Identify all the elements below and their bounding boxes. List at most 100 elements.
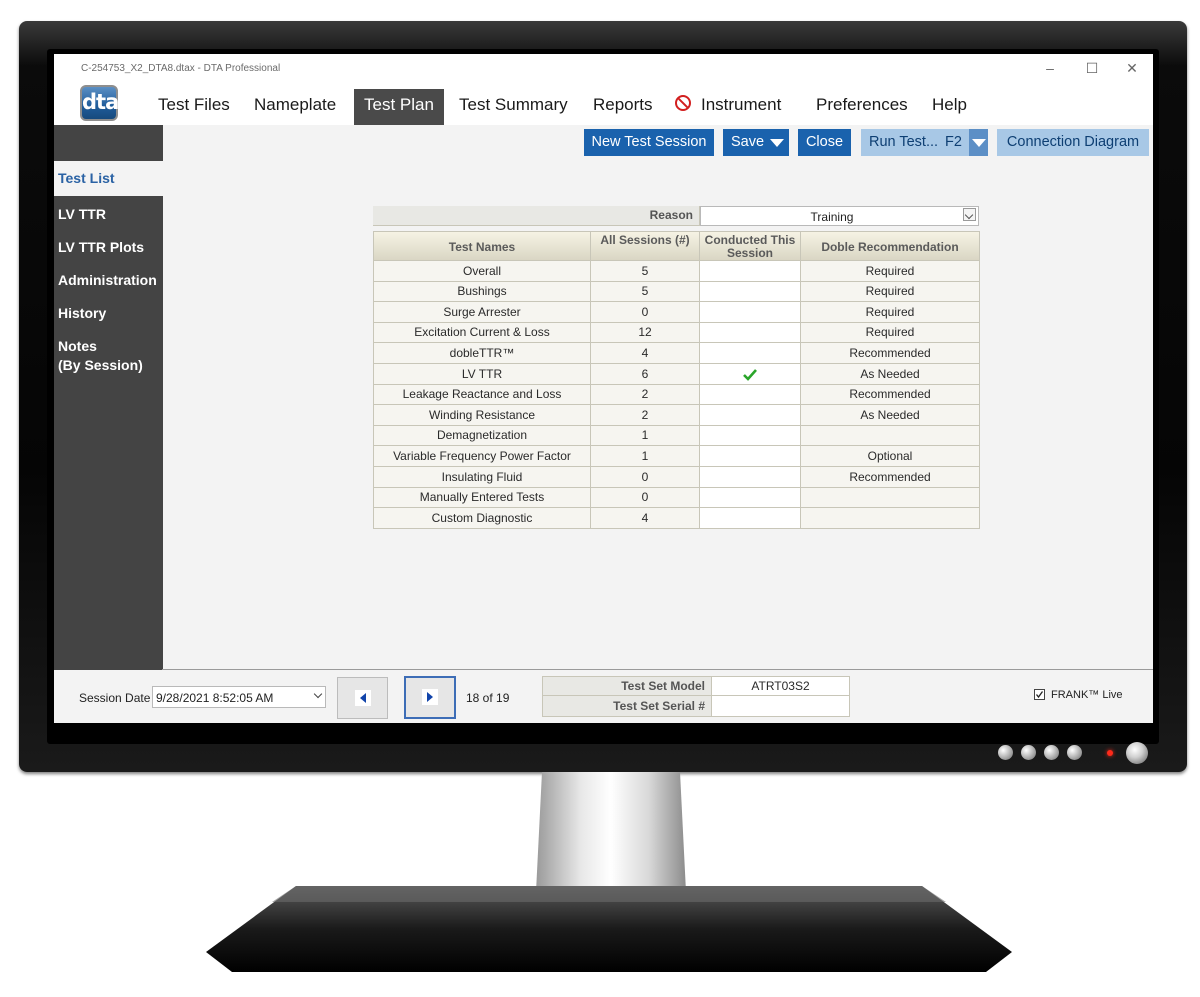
test-name-cell: Manually Entered Tests — [373, 488, 591, 508]
test-set-model-label: Test Set Model — [542, 676, 712, 696]
recommendation-cell — [801, 508, 980, 529]
conducted-cell — [700, 426, 801, 446]
test-name-cell: Bushings — [373, 282, 591, 302]
recommendation-cell: Required — [801, 261, 980, 282]
session-pager: 18 of 19 — [466, 691, 510, 705]
sidebar-item-notes[interactable]: Notes — [58, 337, 97, 356]
frank-live-label: FRANK™ Live — [1051, 689, 1123, 701]
menu-help[interactable]: Help — [932, 93, 967, 123]
menu-test-summary[interactable]: Test Summary — [459, 93, 568, 123]
conducted-cell — [700, 467, 801, 488]
power-button — [1126, 742, 1148, 764]
reason-label: Reason — [373, 206, 700, 226]
monitor-control-button — [1067, 745, 1082, 760]
all-sessions-cell: 0 — [591, 302, 700, 323]
next-session-button[interactable] — [404, 676, 456, 719]
recommendation-cell: Required — [801, 323, 980, 343]
all-sessions-cell: 0 — [591, 488, 700, 508]
conducted-cell — [700, 343, 801, 364]
connection-diagram-button[interactable]: Connection Diagram — [997, 129, 1149, 156]
no-connection-icon — [675, 95, 691, 111]
close-button[interactable]: Close — [798, 129, 851, 156]
all-sessions-cell: 2 — [591, 405, 700, 426]
test-set-model-value: ATRT03S2 — [712, 676, 850, 696]
conducted-cell — [700, 364, 801, 385]
conducted-cell — [700, 323, 801, 343]
all-sessions-cell: 5 — [591, 282, 700, 302]
menu-instrument-label: Instrument — [701, 95, 782, 114]
conducted-cell — [700, 488, 801, 508]
chevron-down-icon[interactable] — [963, 208, 976, 221]
test-set-serial-value — [712, 696, 850, 717]
app-window: C-254753_X2_DTA8.dtax - DTA Professional… — [54, 54, 1153, 723]
sidebar-item-test-list-label: Test List — [58, 170, 115, 186]
session-date-value: 9/28/2021 8:52:05 AM — [156, 691, 274, 705]
header-all-sessions: All Sessions (#) — [591, 231, 700, 261]
header-doble-recommendation: Doble Recommendation — [801, 231, 980, 261]
monitor-base — [206, 886, 1012, 972]
header-conducted-this-session: Conducted This Session — [700, 231, 801, 261]
previous-icon — [355, 690, 371, 706]
run-test-button[interactable]: Run Test... F2 — [861, 129, 988, 156]
conducted-cell — [700, 282, 801, 302]
test-name-cell: Variable Frequency Power Factor — [373, 446, 591, 467]
menu-nameplate[interactable]: Nameplate — [254, 93, 336, 123]
recommendation-cell: Recommended — [801, 343, 980, 364]
title-bar: C-254753_X2_DTA8.dtax - DTA Professional… — [54, 54, 1153, 84]
frank-live-checkbox[interactable] — [1034, 689, 1045, 700]
menu-reports[interactable]: Reports — [593, 93, 653, 123]
minimize-button[interactable]: – — [1038, 60, 1062, 76]
previous-session-button[interactable] — [337, 677, 388, 719]
maximize-button[interactable]: ☐ — [1080, 60, 1104, 77]
test-name-cell: Leakage Reactance and Loss — [373, 385, 591, 405]
recommendation-cell: As Needed — [801, 405, 980, 426]
recommendation-cell: As Needed — [801, 364, 980, 385]
recommendation-cell: Required — [801, 302, 980, 323]
test-set-serial-label: Test Set Serial # — [542, 696, 712, 717]
recommendation-cell — [801, 488, 980, 508]
window-title: C-254753_X2_DTA8.dtax - DTA Professional — [81, 63, 281, 74]
all-sessions-cell: 4 — [591, 508, 700, 529]
chevron-down-icon — [313, 689, 323, 699]
header-test-names: Test Names — [373, 231, 591, 261]
all-sessions-cell: 6 — [591, 364, 700, 385]
sidebar-item-lv-ttr[interactable]: LV TTR — [58, 205, 106, 224]
sidebar-item-administration[interactable]: Administration — [58, 271, 157, 290]
session-date-select[interactable]: 9/28/2021 8:52:05 AM — [152, 686, 326, 708]
checkmark-icon — [1035, 691, 1044, 699]
menu-instrument[interactable]: Instrument — [675, 93, 781, 123]
monitor-control-button — [1021, 745, 1036, 760]
menu-test-plan[interactable]: Test Plan — [354, 89, 444, 125]
all-sessions-cell: 5 — [591, 261, 700, 282]
test-name-cell: Winding Resistance — [373, 405, 591, 426]
monitor-control-button — [1044, 745, 1059, 760]
sidebar-item-history[interactable]: History — [58, 304, 106, 323]
sidebar-item-lv-ttr-plots[interactable]: LV TTR Plots — [58, 238, 144, 257]
sidebar-item-test-list[interactable]: Test List — [54, 161, 163, 196]
menu-test-files[interactable]: Test Files — [158, 93, 230, 123]
run-test-dropdown[interactable] — [969, 129, 988, 156]
recommendation-cell: Required — [801, 282, 980, 302]
new-test-session-button[interactable]: New Test Session — [584, 129, 714, 156]
all-sessions-cell: 4 — [591, 343, 700, 364]
run-test-shortcut: F2 — [945, 134, 962, 150]
recommendation-cell: Optional — [801, 446, 980, 467]
conducted-cell — [700, 261, 801, 282]
sidebar-item-notes-sub[interactable]: (By Session) — [58, 356, 143, 375]
close-window-button[interactable]: ✕ — [1120, 60, 1144, 77]
test-name-cell: LV TTR — [373, 364, 591, 385]
green-checkmark-icon — [743, 368, 757, 381]
monitor-control-button — [998, 745, 1013, 760]
test-name-cell: dobleTTR™ — [373, 343, 591, 364]
save-button[interactable]: Save — [723, 129, 789, 156]
footer-bar: Session Date 9/28/2021 8:52:05 AM 18 of … — [54, 670, 1153, 723]
session-date-label: Session Date — [79, 691, 151, 705]
all-sessions-cell: 1 — [591, 426, 700, 446]
test-name-cell: Demagnetization — [373, 426, 591, 446]
recommendation-cell — [801, 426, 980, 446]
dta-logo: dta — [80, 85, 119, 121]
save-dropdown-icon — [770, 139, 784, 147]
next-icon — [422, 689, 438, 705]
reason-select[interactable]: Training — [700, 206, 979, 226]
menu-preferences[interactable]: Preferences — [816, 93, 908, 123]
